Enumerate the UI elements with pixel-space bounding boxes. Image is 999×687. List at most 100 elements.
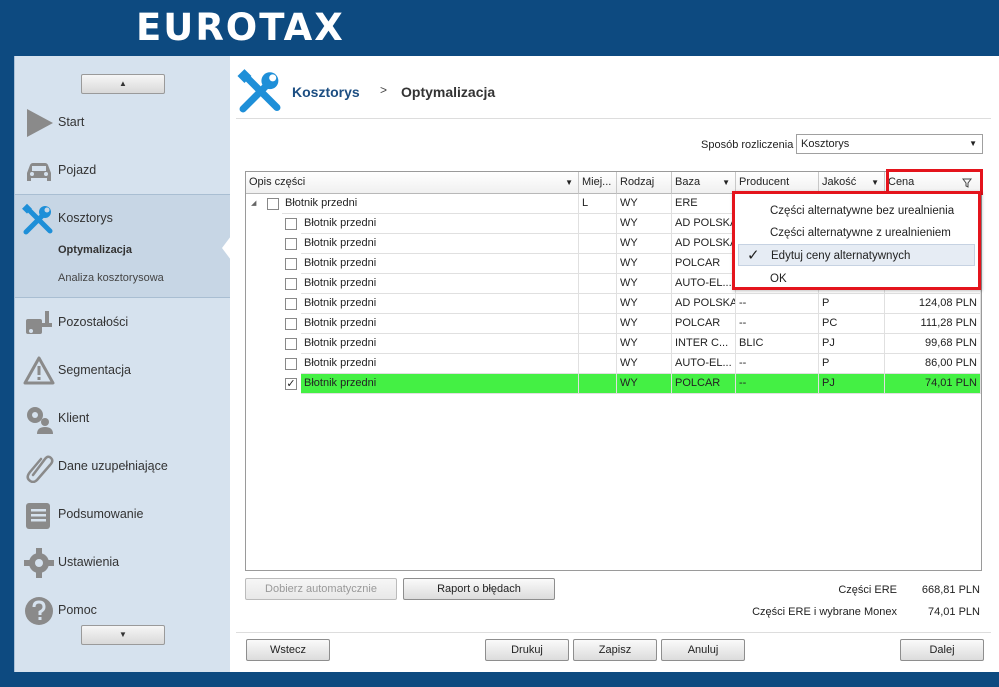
cell-rodzaj: WY	[617, 374, 672, 394]
row-checkbox[interactable]	[285, 218, 297, 230]
cell-opis: Błotnik przedni	[301, 334, 579, 354]
cell-baza: AUTO-EL...	[672, 354, 736, 374]
cell-miej	[579, 374, 617, 394]
sidebar-scroll-up-button[interactable]: ▲	[81, 74, 165, 94]
sidebar-item-pojazd[interactable]: Pojazd	[15, 146, 231, 194]
cell-rodzaj: WY	[617, 254, 672, 274]
cell-rodzaj: WY	[617, 194, 672, 214]
settlement-value: Kosztorys	[801, 138, 850, 150]
chevron-down-icon: ▼	[969, 139, 977, 148]
cell-rodzaj: WY	[617, 274, 672, 294]
table-row[interactable]: Błotnik przedni WY POLCAR -- PC 111,28 PLN	[246, 314, 981, 334]
document-icon	[26, 503, 50, 529]
cell-baza: AD POLSKA	[672, 294, 736, 314]
column-header-baza[interactable]: Baza ▼	[672, 172, 736, 194]
cell-cena: 111,28 PLN	[885, 314, 981, 334]
divider	[236, 118, 991, 119]
menu-item-edytuj-ceny[interactable]: ✓ Edytuj ceny alternatywnych	[738, 244, 975, 266]
row-checkbox[interactable]	[285, 298, 297, 310]
chevron-down-icon: ▼	[565, 178, 573, 187]
page-title: Optymalizacja	[401, 84, 496, 100]
settlement-select[interactable]: Kosztorys ▼	[796, 134, 983, 154]
cell-opis: Błotnik przedni	[301, 294, 579, 314]
sidebar-item-segmentacja[interactable]: Segmentacja	[15, 346, 231, 394]
error-report-button[interactable]: Raport o błędach	[403, 578, 555, 600]
filter-popup-menu: Części alternatywne bez urealnienia Częś…	[732, 191, 981, 290]
summary-ere-label: Części ERE	[838, 584, 897, 596]
cell-miej	[579, 254, 617, 274]
gear-icon	[24, 548, 54, 578]
menu-item-ok[interactable]: OK	[738, 268, 975, 290]
sidebar-item-label: Pozostałości	[58, 315, 129, 329]
cell-baza: POLCAR	[672, 374, 736, 394]
cell-miej	[579, 214, 617, 234]
sidebar-item-label: Ustawienia	[58, 555, 120, 569]
row-checkbox[interactable]	[285, 358, 297, 370]
column-header-rodzaj[interactable]: Rodzaj	[617, 172, 672, 194]
row-checkbox[interactable]	[285, 338, 297, 350]
summary-monex-value: 74,01 PLN	[928, 606, 980, 618]
sidebar-item-pozostalosci[interactable]: Pozostałości	[15, 298, 231, 346]
cell-miej	[579, 334, 617, 354]
cell-baza: ERE	[672, 194, 736, 214]
sidebar-item-ustawienia[interactable]: Ustawienia	[15, 538, 231, 586]
back-button[interactable]: Wstecz	[246, 639, 330, 661]
warning-icon	[23, 356, 55, 385]
menu-item-bez-urealnienia[interactable]: Części alternatywne bez urealnienia	[738, 200, 975, 222]
breadcrumb-kosztorys[interactable]: Kosztorys	[292, 84, 360, 100]
sidebar-item-dane-uzupelniajace[interactable]: Dane uzupełniające	[15, 442, 231, 490]
cancel-button[interactable]: Anuluj	[661, 639, 745, 661]
eurotax-logo: EUROTAX	[136, 6, 345, 49]
column-header-opis[interactable]: Opis części ▼	[246, 172, 579, 194]
row-checkbox[interactable]	[285, 238, 297, 250]
cell-jakosc: P	[819, 294, 885, 314]
cell-miej	[579, 234, 617, 254]
cell-opis: Błotnik przedni	[301, 234, 579, 254]
footer-bar	[0, 672, 999, 687]
main-panel: Kosztorys > Optymalizacja Sposób rozlicz…	[230, 56, 999, 672]
sidebar-item-label: Segmentacja	[58, 363, 131, 377]
row-checkbox[interactable]: ✓	[285, 378, 297, 390]
cell-producent: --	[736, 374, 819, 394]
sidebar-subitem-optymalizacja[interactable]: Optymalizacja	[58, 244, 132, 256]
row-checkbox[interactable]	[285, 278, 297, 290]
cell-opis: Błotnik przedni	[301, 314, 579, 334]
expand-arrow-icon[interactable]: ◢	[251, 199, 256, 207]
cell-miej	[579, 294, 617, 314]
help-icon	[25, 597, 53, 625]
print-button[interactable]: Drukuj	[485, 639, 569, 661]
row-checkbox[interactable]	[285, 258, 297, 270]
cell-baza: POLCAR	[672, 254, 736, 274]
cell-opis: Błotnik przedni	[301, 274, 579, 294]
sidebar-item-label: Podsumowanie	[58, 507, 144, 521]
next-button[interactable]: Dalej	[900, 639, 984, 661]
row-checkbox[interactable]	[267, 198, 279, 210]
divider	[236, 632, 991, 633]
cell-rodzaj: WY	[617, 334, 672, 354]
sidebar-item-kosztorys[interactable]: Kosztorys Optymalizacja Analiza kosztory…	[15, 194, 231, 298]
table-row[interactable]: ✓ Błotnik przedni WY POLCAR -- PJ 74,01 PLN	[246, 374, 981, 394]
breadcrumb-separator: >	[380, 83, 388, 97]
save-button[interactable]: Zapisz	[573, 639, 657, 661]
sidebar-scroll-down-button[interactable]: ▼	[81, 625, 165, 645]
table-row[interactable]: Błotnik przedni WY AUTO-EL... -- P 86,00 PLN	[246, 354, 981, 374]
sidebar: ▲ Start Pojazd Kosztorys Optymalizacja A…	[14, 56, 231, 672]
auto-select-button[interactable]: Dobierz automatycznie	[245, 578, 397, 600]
check-icon: ✓	[747, 247, 760, 264]
sidebar-item-label: Dane uzupełniające	[58, 459, 168, 473]
column-header-miej[interactable]: Miej...	[579, 172, 617, 194]
sidebar-item-start[interactable]: Start	[15, 98, 231, 146]
menu-item-z-urealnieniem[interactable]: Części alternatywne z urealnieniem	[738, 222, 975, 244]
row-checkbox[interactable]	[285, 318, 297, 330]
table-row[interactable]: Błotnik przedni WY INTER C... BLIC PJ 99,68 P…	[246, 334, 981, 354]
cell-jakosc: PC	[819, 314, 885, 334]
cell-baza: AD POLSKA	[672, 214, 736, 234]
sidebar-subitem-analiza[interactable]: Analiza kosztorysowa	[58, 272, 164, 284]
menu-item-label: Edytuj ceny alternatywnych	[771, 250, 911, 262]
table-row[interactable]: Błotnik przedni WY AD POLSKA -- P 124,08 PLN	[246, 294, 981, 314]
sidebar-item-podsumowanie[interactable]: Podsumowanie	[15, 490, 231, 538]
sidebar-item-klient[interactable]: Klient	[15, 394, 231, 442]
paperclip-icon	[26, 455, 54, 483]
sidebar-item-label: Pomoc	[58, 603, 97, 617]
cell-baza: AUTO-EL...	[672, 274, 736, 294]
